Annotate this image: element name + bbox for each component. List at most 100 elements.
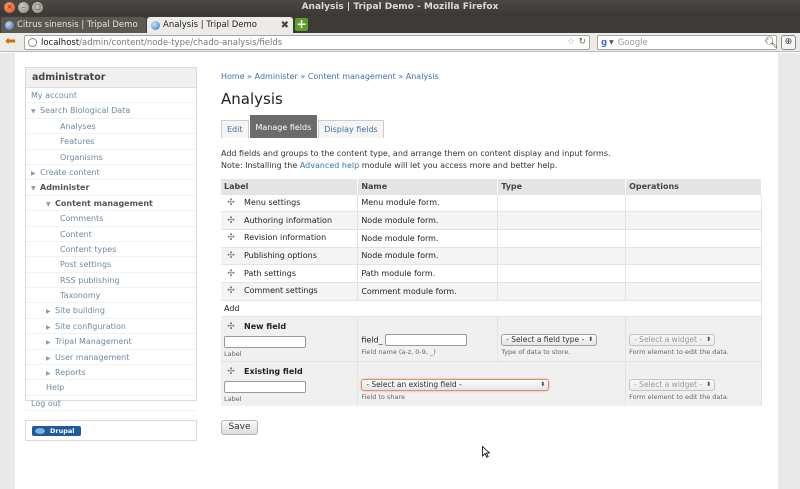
drag-handle-icon[interactable]: ✣: [224, 233, 238, 243]
drag-handle-icon[interactable]: ✣: [224, 367, 238, 377]
new-tab-button[interactable]: +: [295, 18, 308, 31]
breadcrumb-home[interactable]: Home: [221, 72, 245, 81]
drupal-badge[interactable]: Drupal: [32, 426, 81, 436]
new-field-widget-select[interactable]: - Select a widget - ⬍: [629, 333, 716, 346]
sidebar-item-content-management[interactable]: ▼ Content management: [26, 196, 196, 212]
breadcrumb-analysis[interactable]: Analysis: [406, 72, 439, 81]
existing-field-widget-value: - Select a widget -: [634, 379, 703, 389]
sidebar-item-label: Features: [60, 137, 95, 147]
sidebar-item-reports[interactable]: ▶ Reports: [26, 365, 196, 381]
sidebar-item-comments[interactable]: Comments: [26, 211, 196, 227]
tab-close-icon[interactable]: ✖: [281, 20, 289, 31]
new-field-label-cell: ✣ New field Label: [221, 315, 359, 362]
field-type-cell: [497, 193, 627, 212]
sidebar-item-features[interactable]: Features: [26, 134, 196, 150]
sidebar-item-rss-publishing[interactable]: RSS publishing: [26, 273, 196, 289]
existing-field-widget-hint: Form element to edit the data.: [629, 392, 729, 401]
scrollbar[interactable]: [791, 53, 800, 489]
table-row: ✣ Authoring information Node module form.: [221, 211, 762, 230]
drag-handle-icon[interactable]: ✣: [224, 286, 238, 296]
advanced-help-link[interactable]: Advanced help: [300, 161, 359, 170]
field-label: Revision information: [244, 233, 327, 243]
drag-handle-icon[interactable]: ✣: [224, 198, 238, 208]
table-row: ✣ Publishing options Node module form.: [221, 246, 762, 265]
field-label: Comment settings: [244, 286, 318, 296]
local-tabs: Edit Manage fields Display fields: [221, 115, 385, 138]
field-type-hint: Type of data to store.: [501, 347, 571, 356]
sidebar-item-content[interactable]: Content: [26, 227, 196, 242]
add-heading: Add: [221, 299, 762, 317]
new-field-label-hint: Label: [224, 349, 242, 358]
drag-handle-icon[interactable]: ✣: [224, 251, 238, 261]
existing-field-select[interactable]: - Select an existing field - ⬍: [361, 378, 550, 391]
zoom-icon[interactable]: ⊕: [781, 35, 796, 50]
sidebar-item-administer[interactable]: ▼ Administer: [26, 180, 196, 196]
browser-tab-citrus[interactable]: Citrus sinensis | Tripal Demo: [1, 17, 146, 33]
browser-tab-analysis[interactable]: Analysis | Tripal Demo ✖: [147, 17, 293, 33]
new-field-widget-value: - Select a widget -: [634, 334, 703, 344]
sidebar-item-site-configuration[interactable]: ▶ Site configuration: [26, 319, 196, 335]
sidebar-item-taxonomy[interactable]: Taxonomy: [26, 288, 196, 304]
sidebar-item-content-types[interactable]: Content types: [26, 242, 196, 258]
drag-handle-icon[interactable]: ✣: [224, 322, 238, 332]
google-icon[interactable]: g: [601, 38, 607, 48]
save-button[interactable]: Save: [221, 420, 258, 435]
collapsed-arrow-icon: ▶: [46, 370, 51, 378]
sidebar-item-my-account[interactable]: My account: [26, 88, 196, 104]
bookmark-star-icon[interactable]: ☆: [567, 37, 575, 47]
new-field-name-input[interactable]: [385, 333, 468, 346]
table-row: ✣ Revision information Node module form.: [221, 228, 762, 248]
sidebar-item-tripal-management[interactable]: ▶ Tripal Management: [26, 334, 196, 350]
drag-handle-icon[interactable]: ✣: [224, 269, 238, 279]
search-input[interactable]: g ▼ Google: [597, 35, 777, 50]
window-titlebar: × – □ Analysis | Tripal Demo - Mozilla F…: [0, 0, 800, 16]
expanded-arrow-icon: ▼: [46, 200, 51, 208]
breadcrumb-administer[interactable]: Administer: [255, 72, 298, 81]
field-label: Path settings: [244, 268, 297, 278]
search-icon[interactable]: 🔍︎: [764, 36, 778, 49]
breadcrumb-content-management[interactable]: Content management: [308, 72, 396, 81]
search-placeholder: Google: [617, 37, 648, 48]
sidebar-item-label: Content management: [55, 198, 153, 208]
tab-display-fields[interactable]: Display fields: [318, 120, 384, 138]
existing-field-label-input[interactable]: [224, 380, 306, 393]
column-header-name: Name: [357, 179, 499, 194]
sidebar-item-site-building[interactable]: ▶ Site building: [26, 303, 196, 319]
sidebar-item-post-settings[interactable]: Post settings: [26, 257, 196, 273]
new-field-label-input[interactable]: [224, 335, 306, 348]
field-name-cell: Path module form.: [357, 264, 499, 283]
page-viewport: administrator My account ▼ Search Biologic…: [0, 53, 800, 489]
fields-table: Label Name Type Operations ✣ Menu setting…: [221, 179, 762, 407]
field-name-cell: Menu module form.: [357, 193, 499, 212]
drag-handle-icon[interactable]: ✣: [224, 216, 238, 226]
sidebar-item-create-content[interactable]: ▶ Create content: [26, 165, 196, 181]
tab-edit[interactable]: Edit: [221, 120, 249, 138]
sidebar-item-help[interactable]: Help: [26, 380, 196, 396]
field-type-select[interactable]: - Select a field type - ⬍: [501, 333, 598, 346]
add-section-row: Add: [221, 299, 762, 317]
browser-tab-strip: Citrus sinensis | Tripal Demo Analysis |…: [0, 16, 800, 33]
url-bar[interactable]: localhost/admin/content/node-type/chado-…: [24, 35, 590, 50]
sidebar-item-label: Search Biological Data: [40, 106, 131, 116]
sidebar-item-log-out[interactable]: Log out: [26, 396, 196, 412]
sidebar-item-label: Log out: [31, 398, 61, 408]
tab-manage-fields[interactable]: Manage fields: [249, 115, 318, 138]
help-text-suffix: module will let you access more and bett…: [359, 161, 558, 170]
page-content: administrator My account ▼ Search Biologic…: [15, 53, 778, 489]
sidebar-item-search-biological-data[interactable]: ▼ Search Biological Data: [26, 103, 196, 119]
reload-icon[interactable]: ↻: [578, 37, 586, 47]
existing-field-title: Existing field: [244, 366, 303, 376]
sidebar-item-user-management[interactable]: ▶ User management: [26, 350, 196, 366]
sidebar-item-analyses[interactable]: Analyses: [26, 119, 196, 135]
sidebar-item-label: Comments: [60, 214, 104, 224]
help-line-1: Add fields and groups to the content typ…: [221, 149, 611, 158]
existing-field-row: ✣ Existing field Label - Select an existi…: [221, 360, 762, 407]
sidebar-item-organisms[interactable]: Organisms: [26, 150, 196, 165]
field-name-prefix: field_: [361, 335, 383, 345]
existing-field-widget-select[interactable]: - Select a widget - ⬍: [629, 378, 716, 391]
sidebar-item-label: Administer: [40, 183, 90, 193]
fields-table-body: ✣ Menu settings Menu module form. ✣ Authorin…: [221, 193, 762, 407]
field-operations-cell: [625, 211, 762, 230]
back-arrow-icon[interactable]: ⬅: [3, 35, 18, 50]
chevron-down-icon[interactable]: ▼: [609, 39, 614, 46]
